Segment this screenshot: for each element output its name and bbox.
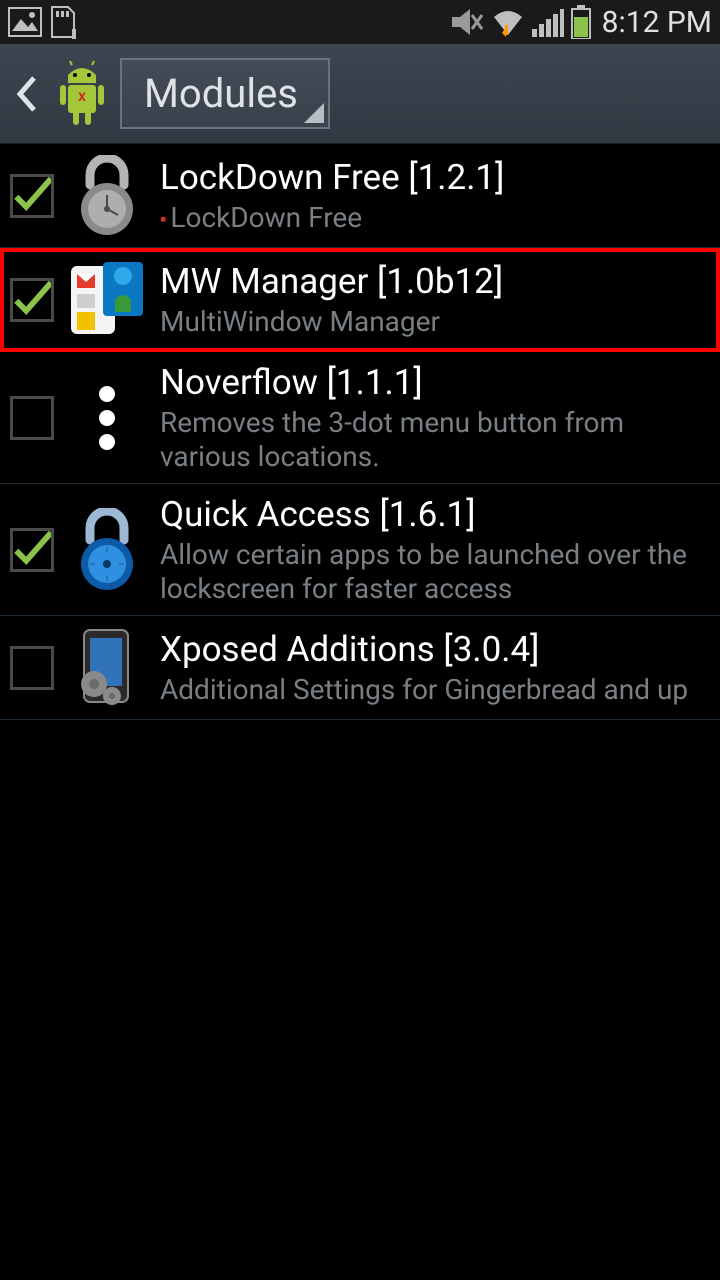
module-title: LockDown Free [1.2.1]: [160, 157, 712, 199]
module-desc: Removes the 3-dot menu button from vario…: [160, 406, 712, 473]
back-button[interactable]: [8, 74, 44, 114]
signal-icon: [532, 7, 564, 37]
status-time: 8:12 PM: [602, 5, 712, 40]
lock-gray-icon: [68, 157, 146, 235]
module-text: Noverflow [1.1.1] Removes the 3-dot menu…: [160, 362, 712, 473]
checkbox[interactable]: [10, 528, 54, 572]
module-item-noverflow[interactable]: Noverflow [1.1.1] Removes the 3-dot menu…: [0, 352, 720, 484]
module-title: Xposed Additions [3.0.4]: [160, 629, 712, 671]
battery-icon: [570, 5, 592, 39]
xposed-additions-icon: [68, 629, 146, 707]
app-header: X Modules: [0, 44, 720, 144]
three-dots-icon: [68, 379, 146, 457]
sd-card-icon: [48, 5, 78, 39]
module-title: Noverflow [1.1.1]: [160, 362, 712, 404]
module-text: LockDown Free [1.2.1] LockDown Free: [160, 157, 712, 235]
checkbox[interactable]: [10, 396, 54, 440]
module-desc: Additional Settings for Gingerbread and …: [160, 673, 712, 707]
module-desc: Allow certain apps to be launched over t…: [160, 538, 712, 605]
module-list: LockDown Free [1.2.1] LockDown Free MW M…: [0, 144, 720, 720]
status-bar: 8:12 PM: [0, 0, 720, 44]
module-title: Quick Access [1.6.1]: [160, 494, 712, 536]
checkbox[interactable]: [10, 646, 54, 690]
header-title: Modules: [144, 70, 298, 117]
mute-icon: [450, 7, 484, 37]
module-item-lockdown-free[interactable]: LockDown Free [1.2.1] LockDown Free: [0, 144, 720, 248]
status-right: 8:12 PM: [450, 5, 712, 40]
module-text: Xposed Additions [3.0.4] Additional Sett…: [160, 629, 712, 707]
mw-manager-icon: [68, 261, 146, 339]
module-text: MW Manager [1.0b12] MultiWindow Manager: [160, 261, 712, 339]
module-title: MW Manager [1.0b12]: [160, 261, 712, 303]
svg-text:X: X: [78, 90, 86, 104]
checkbox[interactable]: [10, 174, 54, 218]
module-item-mw-manager[interactable]: MW Manager [1.0b12] MultiWindow Manager: [0, 248, 720, 352]
module-item-quick-access[interactable]: Quick Access [1.6.1] Allow certain apps …: [0, 484, 720, 616]
module-text: Quick Access [1.6.1] Allow certain apps …: [160, 494, 712, 605]
lock-blue-icon: [68, 511, 146, 589]
module-desc: MultiWindow Manager: [160, 305, 712, 339]
status-left: [8, 5, 78, 39]
module-item-xposed-additions[interactable]: Xposed Additions [3.0.4] Additional Sett…: [0, 616, 720, 720]
gallery-icon: [8, 7, 42, 37]
android-icon[interactable]: X: [52, 59, 112, 129]
module-desc: LockDown Free: [160, 201, 712, 235]
checkbox[interactable]: [10, 278, 54, 322]
wifi-icon: [490, 7, 526, 37]
header-dropdown[interactable]: Modules: [120, 58, 330, 129]
